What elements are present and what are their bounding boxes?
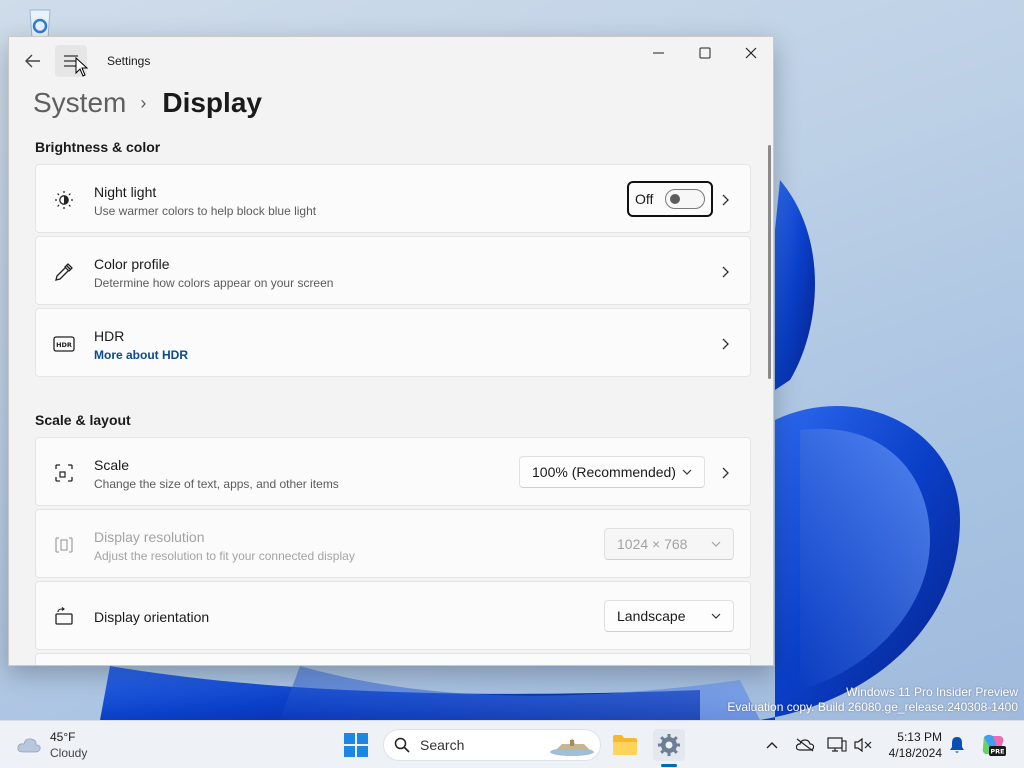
- recycle-bin-icon[interactable]: [20, 6, 60, 40]
- volume-button[interactable]: [851, 733, 875, 757]
- display-resolution-title: Display resolution: [94, 529, 205, 545]
- night-light-toggle[interactable]: [665, 189, 705, 209]
- page-title: Display: [162, 87, 262, 118]
- watermark-build: Evaluation copy. Build 26080.ge_release.…: [727, 700, 1018, 714]
- resolution-icon: [52, 533, 76, 557]
- active-app-indicator: [661, 764, 677, 767]
- chevron-right-icon: [716, 190, 736, 210]
- copilot-button[interactable]: PRE: [979, 733, 1007, 757]
- chevron-down-icon: [711, 613, 721, 619]
- onedrive-button[interactable]: [793, 733, 817, 757]
- start-button[interactable]: [343, 732, 369, 758]
- maximize-button[interactable]: [682, 37, 728, 69]
- display-orientation-title: Display orientation: [94, 609, 210, 625]
- night-light-card[interactable]: Night light Use warmer colors to help bl…: [35, 164, 751, 233]
- color-profile-subtitle: Determine how colors appear on your scre…: [94, 276, 334, 290]
- gear-icon: [658, 734, 680, 756]
- section-brightness-color: Brightness & color: [35, 139, 161, 155]
- chevron-right-icon: [716, 334, 736, 354]
- chevron-down-icon: [682, 469, 692, 475]
- orientation-dropdown-value: Landscape: [617, 608, 686, 624]
- breadcrumb-system[interactable]: System: [33, 87, 126, 119]
- copilot-icon: PRE: [982, 734, 1006, 756]
- night-light-icon: [52, 188, 76, 212]
- settings-app-button[interactable]: [653, 729, 685, 761]
- scale-dropdown[interactable]: 100% (Recommended): [519, 456, 705, 488]
- search-label: Search: [420, 737, 465, 753]
- chevron-up-icon: [766, 742, 778, 749]
- svg-text:HDR: HDR: [56, 341, 72, 349]
- file-explorer-button[interactable]: [609, 729, 641, 761]
- show-hidden-icons-button[interactable]: [760, 733, 784, 757]
- display-orientation-card[interactable]: Display orientation Landscape: [35, 581, 751, 650]
- title-bar[interactable]: Settings: [9, 37, 773, 83]
- network-icon: [827, 737, 847, 752]
- taskbar: 45°F Cloudy Search 5:13 PM 4/18/2024 PRE: [0, 720, 1024, 768]
- scale-card[interactable]: Scale Change the size of text, apps, and…: [35, 437, 751, 506]
- display-resolution-card: Display resolution Adjust the resolution…: [35, 509, 751, 578]
- scale-icon: [52, 461, 76, 485]
- clock-time: 5:13 PM: [897, 730, 942, 744]
- clock-date: 4/18/2024: [888, 746, 942, 760]
- eyedropper-icon: [52, 260, 76, 284]
- network-button[interactable]: [825, 733, 849, 757]
- weather-widget[interactable]: 45°F Cloudy: [16, 729, 87, 761]
- windows-logo-icon: [344, 733, 368, 757]
- back-arrow-icon: [25, 54, 40, 68]
- mouse-cursor-icon: [75, 57, 89, 77]
- scale-subtitle: Change the size of text, apps, and other…: [94, 477, 339, 491]
- copilot-badge-text: PRE: [990, 748, 1004, 756]
- minimize-button[interactable]: [636, 37, 682, 69]
- color-profile-title: Color profile: [94, 256, 170, 272]
- search-highlight-icon: [550, 738, 594, 756]
- next-setting-card[interactable]: [35, 653, 751, 665]
- night-light-subtitle: Use warmer colors to help block blue lig…: [94, 204, 317, 218]
- folder-icon: [613, 735, 637, 755]
- weather-temperature: 45°F: [50, 730, 76, 744]
- bell-icon: [950, 737, 964, 753]
- settings-window: Settings System › Display Brightness & c…: [8, 36, 774, 666]
- scale-dropdown-value: 100% (Recommended): [532, 464, 676, 480]
- close-button[interactable]: [728, 37, 773, 69]
- section-scale-layout: Scale & layout: [35, 412, 131, 428]
- chevron-right-icon: [716, 463, 736, 483]
- chevron-right-icon: [716, 262, 736, 282]
- orientation-icon: [52, 605, 76, 629]
- hdr-card[interactable]: HDR HDR More about HDR: [35, 308, 751, 377]
- back-button[interactable]: [19, 49, 47, 73]
- search-icon: [394, 737, 410, 753]
- app-title: Settings: [107, 54, 151, 68]
- settings-content[interactable]: Brightness & color Night light Use warme…: [9, 129, 771, 665]
- display-resolution-subtitle: Adjust the resolution to fit your connec…: [94, 549, 355, 563]
- hdr-title: HDR: [94, 328, 125, 344]
- cloud-offline-icon: [795, 738, 815, 752]
- scrollbar[interactable]: [768, 145, 771, 379]
- weather-condition: Cloudy: [50, 746, 88, 760]
- volume-muted-icon: [854, 737, 872, 753]
- resolution-dropdown: 1024 × 768: [604, 528, 734, 560]
- resolution-dropdown-value: 1024 × 768: [617, 536, 688, 552]
- breadcrumb: System › Display: [33, 83, 262, 123]
- windows-watermark: Windows 11 Pro Insider Preview Evaluatio…: [727, 685, 1018, 715]
- cloud-icon: [17, 738, 41, 753]
- chevron-down-icon: [711, 541, 721, 547]
- maximize-icon: [699, 47, 711, 59]
- minimize-icon: [653, 52, 664, 54]
- night-light-toggle-focus[interactable]: Off: [627, 181, 713, 217]
- color-profile-card[interactable]: Color profile Determine how colors appea…: [35, 236, 751, 305]
- scale-title: Scale: [94, 457, 130, 473]
- taskbar-clock[interactable]: 5:13 PM 4/18/2024: [880, 729, 942, 761]
- chevron-right-icon: ›: [140, 92, 147, 113]
- night-light-toggle-state: Off: [635, 191, 654, 207]
- close-icon: [745, 47, 757, 59]
- orientation-dropdown[interactable]: Landscape: [604, 600, 734, 632]
- toggle-knob: [670, 194, 680, 204]
- watermark-edition: Windows 11 Pro Insider Preview: [846, 685, 1018, 699]
- hdr-icon: HDR: [52, 332, 76, 356]
- night-light-title: Night light: [94, 184, 157, 200]
- more-about-hdr-link[interactable]: More about HDR: [94, 348, 188, 362]
- taskbar-search-box[interactable]: Search: [383, 729, 601, 761]
- notifications-button[interactable]: [945, 733, 969, 757]
